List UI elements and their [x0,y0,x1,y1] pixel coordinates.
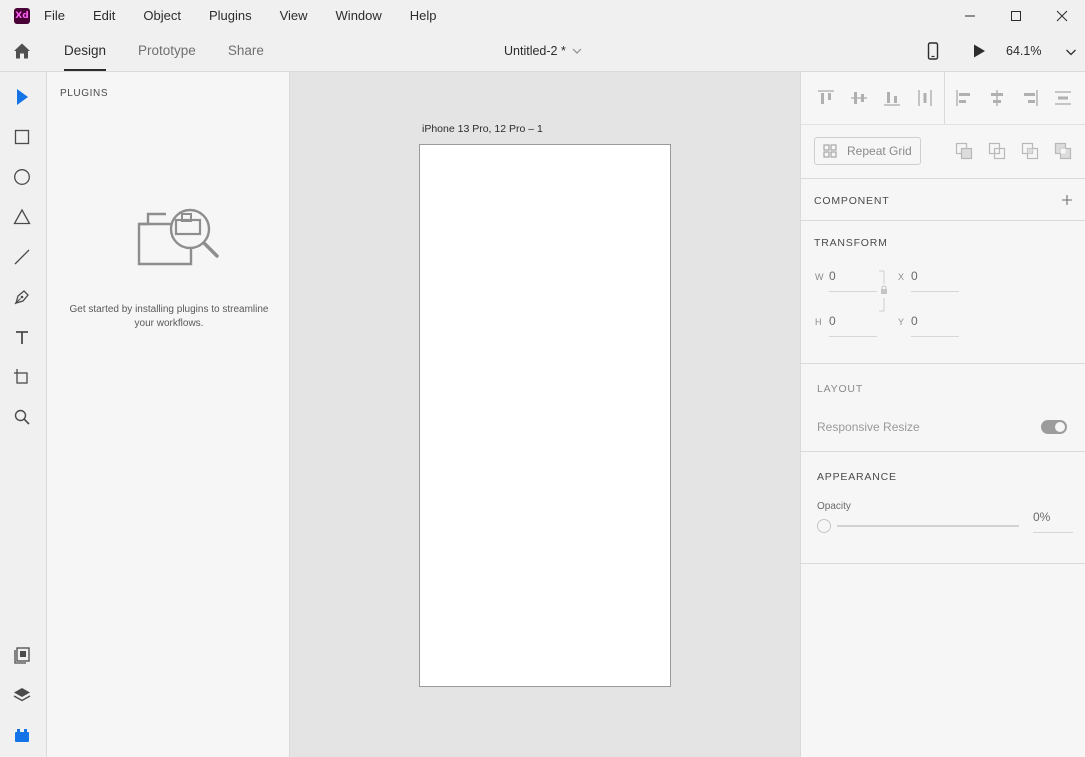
appearance-title: APPEARANCE [817,471,897,483]
repeat-grid-icon [823,144,837,158]
pen-icon[interactable] [12,287,32,307]
xd-logo-icon: Xd [14,7,30,24]
add-component-icon[interactable] [1061,194,1073,206]
component-title: COMPONENT [814,195,890,207]
rectangle-icon[interactable] [12,127,32,147]
layout-section [801,364,1085,452]
menu-object[interactable]: Object [129,0,195,31]
tool-rail [0,72,47,757]
text-icon[interactable] [12,327,32,347]
document-title-text: Untitled-2 * [504,44,566,58]
plugins-icon[interactable] [12,725,32,745]
menu-view[interactable]: View [266,0,322,31]
document-title[interactable]: Untitled-2 * [504,31,582,71]
distribute-vertical-icon[interactable] [916,89,934,107]
align-right-icon[interactable] [1021,89,1039,107]
lock-aspect-icon[interactable] [878,270,890,314]
plugins-search-illustration-icon [136,200,220,266]
plugins-panel: PLUGINS Get started by installing plugin… [47,72,290,757]
menu-window[interactable]: Window [322,0,396,31]
artboard[interactable] [419,144,671,687]
y-underline [911,336,959,337]
align-center-icon[interactable] [988,89,1006,107]
height-label: H [815,317,822,327]
repeat-grid-label: Repeat Grid [847,144,912,158]
select-icon[interactable] [12,87,32,107]
menu-edit[interactable]: Edit [79,0,129,31]
responsive-resize-toggle[interactable] [1041,420,1067,434]
opacity-slider-track[interactable] [837,525,1019,527]
ellipse-icon[interactable] [12,167,32,187]
tab-design[interactable]: Design [64,31,107,71]
play-icon[interactable] [971,43,987,59]
height-input[interactable]: 0 [829,314,836,328]
home-icon[interactable] [12,41,32,61]
y-input[interactable]: 0 [911,314,918,328]
top-toolbar: Design Prototype Share Untitled-2 * 64.1… [0,31,1085,72]
tab-share[interactable]: Share [228,31,264,71]
zoom-level[interactable]: 64.1% [1006,31,1041,71]
layers-icon[interactable] [12,685,32,705]
x-underline [911,291,959,292]
height-underline [829,336,877,337]
menu-help[interactable]: Help [396,0,451,31]
responsive-resize-label: Responsive Resize [817,420,920,434]
tab-prototype[interactable]: Prototype [138,31,196,71]
zoom-icon[interactable] [12,407,32,427]
menu-plugins[interactable]: Plugins [195,0,266,31]
maximize-icon[interactable] [993,0,1039,31]
layout-title: LAYOUT [817,383,864,395]
opacity-underline [1033,532,1073,533]
opacity-label: Opacity [817,501,851,512]
width-underline [829,291,877,292]
boolean-subtract-icon[interactable] [988,142,1006,160]
x-label: X [898,272,905,282]
close-icon[interactable] [1039,0,1085,31]
x-input[interactable]: 0 [911,269,918,283]
repeat-grid-button[interactable]: Repeat Grid [814,137,921,165]
boolean-add-icon[interactable] [955,142,973,160]
y-label: Y [898,317,905,327]
design-canvas[interactable]: iPhone 13 Pro, 12 Pro – 1 [291,72,800,757]
opacity-slider-handle[interactable] [817,519,831,533]
menu-bar: Xd File Edit Object Plugins View Window … [0,0,1085,31]
align-middle-icon[interactable] [850,89,868,107]
menu-file[interactable]: File [44,0,79,31]
boolean-exclude-icon[interactable] [1054,142,1072,160]
boolean-intersect-icon[interactable] [1021,142,1039,160]
artboard-label[interactable]: iPhone 13 Pro, 12 Pro – 1 [422,123,543,135]
align-divider [944,72,945,124]
distribute-horizontal-icon[interactable] [1054,89,1072,107]
line-icon[interactable] [12,247,32,267]
transform-title: TRANSFORM [814,237,888,249]
device-preview-icon[interactable] [925,42,941,60]
window-controls [947,0,1085,31]
align-top-icon[interactable] [817,89,835,107]
polygon-icon[interactable] [12,207,32,227]
plugins-panel-title: PLUGINS [60,88,109,99]
mode-tabs: Design Prototype Share [64,31,296,71]
width-input[interactable]: 0 [829,269,836,283]
plugins-empty-message: Get started by installing plugins to str… [69,304,269,329]
artboard-icon[interactable] [12,367,32,387]
minimize-icon[interactable] [947,0,993,31]
align-toolbar [801,72,1085,124]
width-label: W [815,272,824,282]
opacity-input[interactable]: 0% [1033,510,1050,524]
repeat-grid-row: Repeat Grid [801,124,1085,179]
zoom-chevron-icon[interactable] [1065,46,1077,56]
chevron-down-icon [572,48,582,54]
assets-icon[interactable] [12,645,32,665]
align-bottom-icon[interactable] [883,89,901,107]
align-left-icon[interactable] [955,89,973,107]
property-inspector: Repeat Grid COMPONENT TRANSFORM W 0 X 0 … [800,72,1085,757]
